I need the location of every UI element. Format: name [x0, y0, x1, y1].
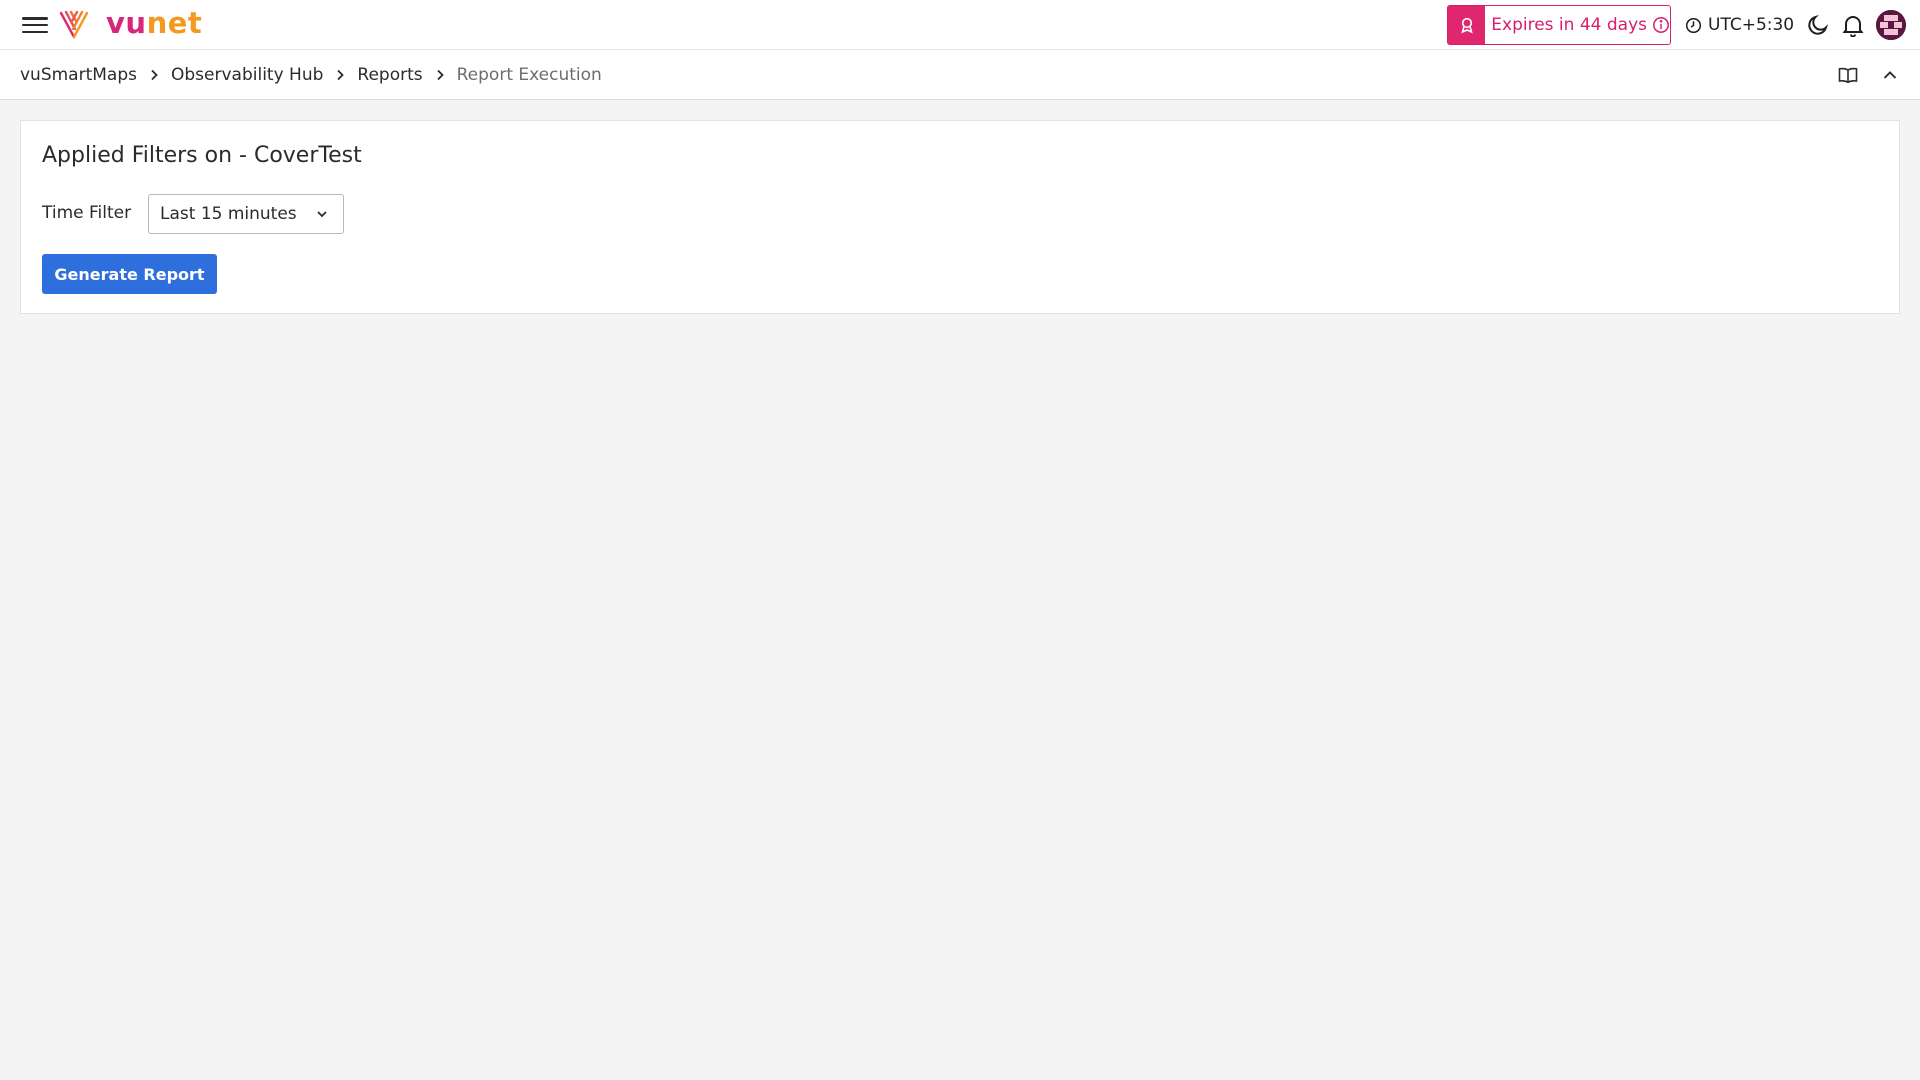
hamburger-menu-icon[interactable] [22, 14, 48, 36]
breadcrumb-item-vusmartmaps[interactable]: vuSmartMaps [20, 65, 137, 85]
time-filter-select[interactable]: Last 15 minutes [148, 194, 344, 234]
clock-icon [1685, 17, 1702, 33]
chevron-up-icon[interactable] [1878, 63, 1902, 87]
card-title: Applied Filters on - CoverTest [42, 143, 362, 168]
user-avatar[interactable] [1876, 10, 1906, 40]
time-filter-value: Last 15 minutes [160, 204, 297, 224]
timezone-selector[interactable]: UTC+5:30 [1685, 13, 1794, 37]
breadcrumb-bar: vuSmartMaps Observability Hub Reports Re… [0, 50, 1920, 100]
top-navbar: vunet Expires in 44 days UTC+5:30 [0, 0, 1920, 50]
moon-icon[interactable] [1805, 12, 1831, 38]
expiry-label: Expires in 44 days [1491, 15, 1647, 35]
chevron-down-icon [315, 208, 329, 220]
bell-icon[interactable] [1840, 12, 1866, 38]
license-expiry-badge[interactable]: Expires in 44 days [1447, 5, 1671, 45]
vunet-logo-text[interactable]: vunet [106, 5, 202, 41]
time-filter-label: Time Filter [42, 203, 132, 223]
logo-text-vu: vu [106, 6, 147, 40]
badge-icon [1448, 6, 1486, 44]
breadcrumb-item-observability-hub[interactable]: Observability Hub [171, 65, 323, 85]
generate-report-button[interactable]: Generate Report [42, 254, 217, 294]
logo-text-net: net [146, 6, 203, 40]
timezone-label: UTC+5:30 [1708, 15, 1795, 35]
info-icon[interactable] [1652, 16, 1670, 34]
breadcrumb-item-reports[interactable]: Reports [357, 65, 422, 85]
chevron-right-icon [435, 69, 445, 81]
breadcrumb: vuSmartMaps Observability Hub Reports Re… [20, 50, 602, 100]
applied-filters-card: Applied Filters on - CoverTest Time Filt… [20, 120, 1900, 314]
vunet-logo-icon[interactable] [58, 9, 90, 41]
breadcrumb-current-page: Report Execution [456, 65, 602, 85]
book-icon[interactable] [1836, 63, 1860, 87]
chevron-right-icon [335, 69, 345, 81]
chevron-right-icon [149, 69, 159, 81]
